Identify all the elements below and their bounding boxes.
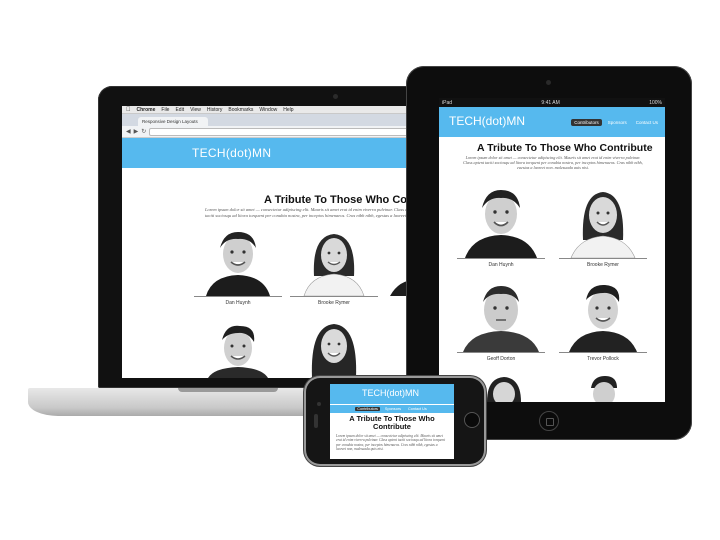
person-name: Dan Huynh (488, 262, 514, 268)
person-name: Brooke Rymer (318, 300, 350, 306)
portrait-photo (294, 318, 374, 378)
person-name: Dan Huynh (225, 300, 251, 306)
page-headline: A Tribute To Those Who Contribute (264, 194, 428, 206)
browser-toolbar: ◀ ▶ ↻ ⚙ (122, 126, 428, 138)
menu-bookmarks[interactable]: Bookmarks (228, 107, 253, 113)
portrait-photo (459, 278, 543, 352)
menu-window[interactable]: Window (259, 107, 277, 113)
browser-tab[interactable]: Responsive Design Layouts (138, 117, 208, 126)
phone-screen: TECH(dot)MN Contributors Sponsors Contac… (330, 384, 454, 459)
menu-help[interactable]: Help (283, 107, 293, 113)
tablet-camera (546, 80, 551, 85)
nav-sponsors[interactable]: Sponsors (605, 119, 630, 126)
portrait-photo (459, 184, 543, 258)
status-carrier: iPad (442, 99, 453, 106)
laptop-camera (333, 94, 338, 99)
person-name: Trevor Pollock (587, 356, 619, 362)
apple-icon[interactable]:  (126, 107, 131, 113)
divider (457, 352, 545, 353)
page-headline: A Tribute To Those Who Contribute (349, 414, 435, 431)
portrait-photo (561, 278, 645, 352)
site-logo[interactable]: TECH(dot)MN (192, 146, 271, 160)
menu-edit[interactable]: Edit (175, 107, 184, 113)
site-logo[interactable]: TECH(dot)MN (362, 388, 419, 398)
portrait-photo (561, 184, 645, 258)
person-name: Brooke Rymer (587, 262, 619, 268)
phone-home-button[interactable] (464, 412, 480, 428)
nav-contributors[interactable]: Contributors (571, 119, 602, 126)
reload-icon[interactable]: ↻ (141, 128, 146, 135)
nav-contact[interactable]: Contact Us (406, 407, 429, 411)
tablet-screen: iPad 9:41 AM 100% TECH(dot)MN Contributo… (439, 98, 665, 402)
intro-text: Lorem ipsum dolor sit amet — consectetur… (463, 155, 643, 169)
divider (194, 296, 282, 297)
laptop-hinge (178, 388, 278, 392)
phone-speaker (314, 414, 318, 428)
phone-device: TECH(dot)MN Contributors Sponsors Contac… (304, 376, 486, 466)
portrait-photo (294, 226, 374, 296)
laptop-lid:  Chrome File Edit View History Bookmark… (98, 86, 428, 388)
laptop-screen:  Chrome File Edit View History Bookmark… (122, 106, 428, 378)
portrait-photo (479, 374, 529, 402)
divider (457, 258, 545, 259)
site-nav: Contributors Sponsors Contact Us (571, 119, 661, 126)
site-logo[interactable]: TECH(dot)MN (449, 114, 525, 128)
menu-history[interactable]: History (207, 107, 223, 113)
back-icon[interactable]: ◀ (126, 128, 131, 135)
divider (290, 296, 378, 297)
person-name: Geoff Dorton (486, 356, 516, 362)
intro-text: Lorem ipsum dolor sit amet — consectetur… (205, 207, 416, 218)
address-bar[interactable] (149, 127, 416, 136)
phone-site-header: TECH(dot)MN (330, 384, 454, 404)
laptop-site-header: TECH(dot)MN (122, 138, 428, 168)
nav-sponsors[interactable]: Sponsors (383, 407, 403, 411)
phone-camera (317, 402, 321, 406)
status-battery: 100% (649, 99, 662, 106)
forward-icon[interactable]: ▶ (134, 128, 139, 135)
tablet-home-button[interactable] (539, 411, 559, 431)
nav-contact[interactable]: Contact Us (633, 119, 661, 126)
portrait-photo (198, 318, 278, 378)
page-headline: A Tribute To Those Who Contribute (477, 142, 653, 154)
portrait-photo (579, 374, 629, 402)
nav-contributors[interactable]: Contributors (355, 407, 380, 411)
site-nav: Contributors Sponsors Contact Us (330, 405, 454, 413)
menu-view[interactable]: View (190, 107, 201, 113)
divider (559, 352, 647, 353)
browser-tabstrip: Responsive Design Layouts (122, 114, 428, 126)
menu-chrome[interactable]: Chrome (137, 107, 156, 113)
portrait-photo (198, 226, 278, 296)
intro-text: Lorem ipsum dolor sit amet — consectetur… (336, 434, 446, 452)
status-time: 9:41 AM (541, 99, 560, 106)
tablet-status-bar: iPad 9:41 AM 100% (439, 98, 665, 107)
tablet-site-header: TECH(dot)MN Contributors Sponsors Contac… (439, 107, 665, 137)
divider (559, 258, 647, 259)
mac-menubar:  Chrome File Edit View History Bookmark… (122, 106, 428, 114)
menu-file[interactable]: File (161, 107, 169, 113)
